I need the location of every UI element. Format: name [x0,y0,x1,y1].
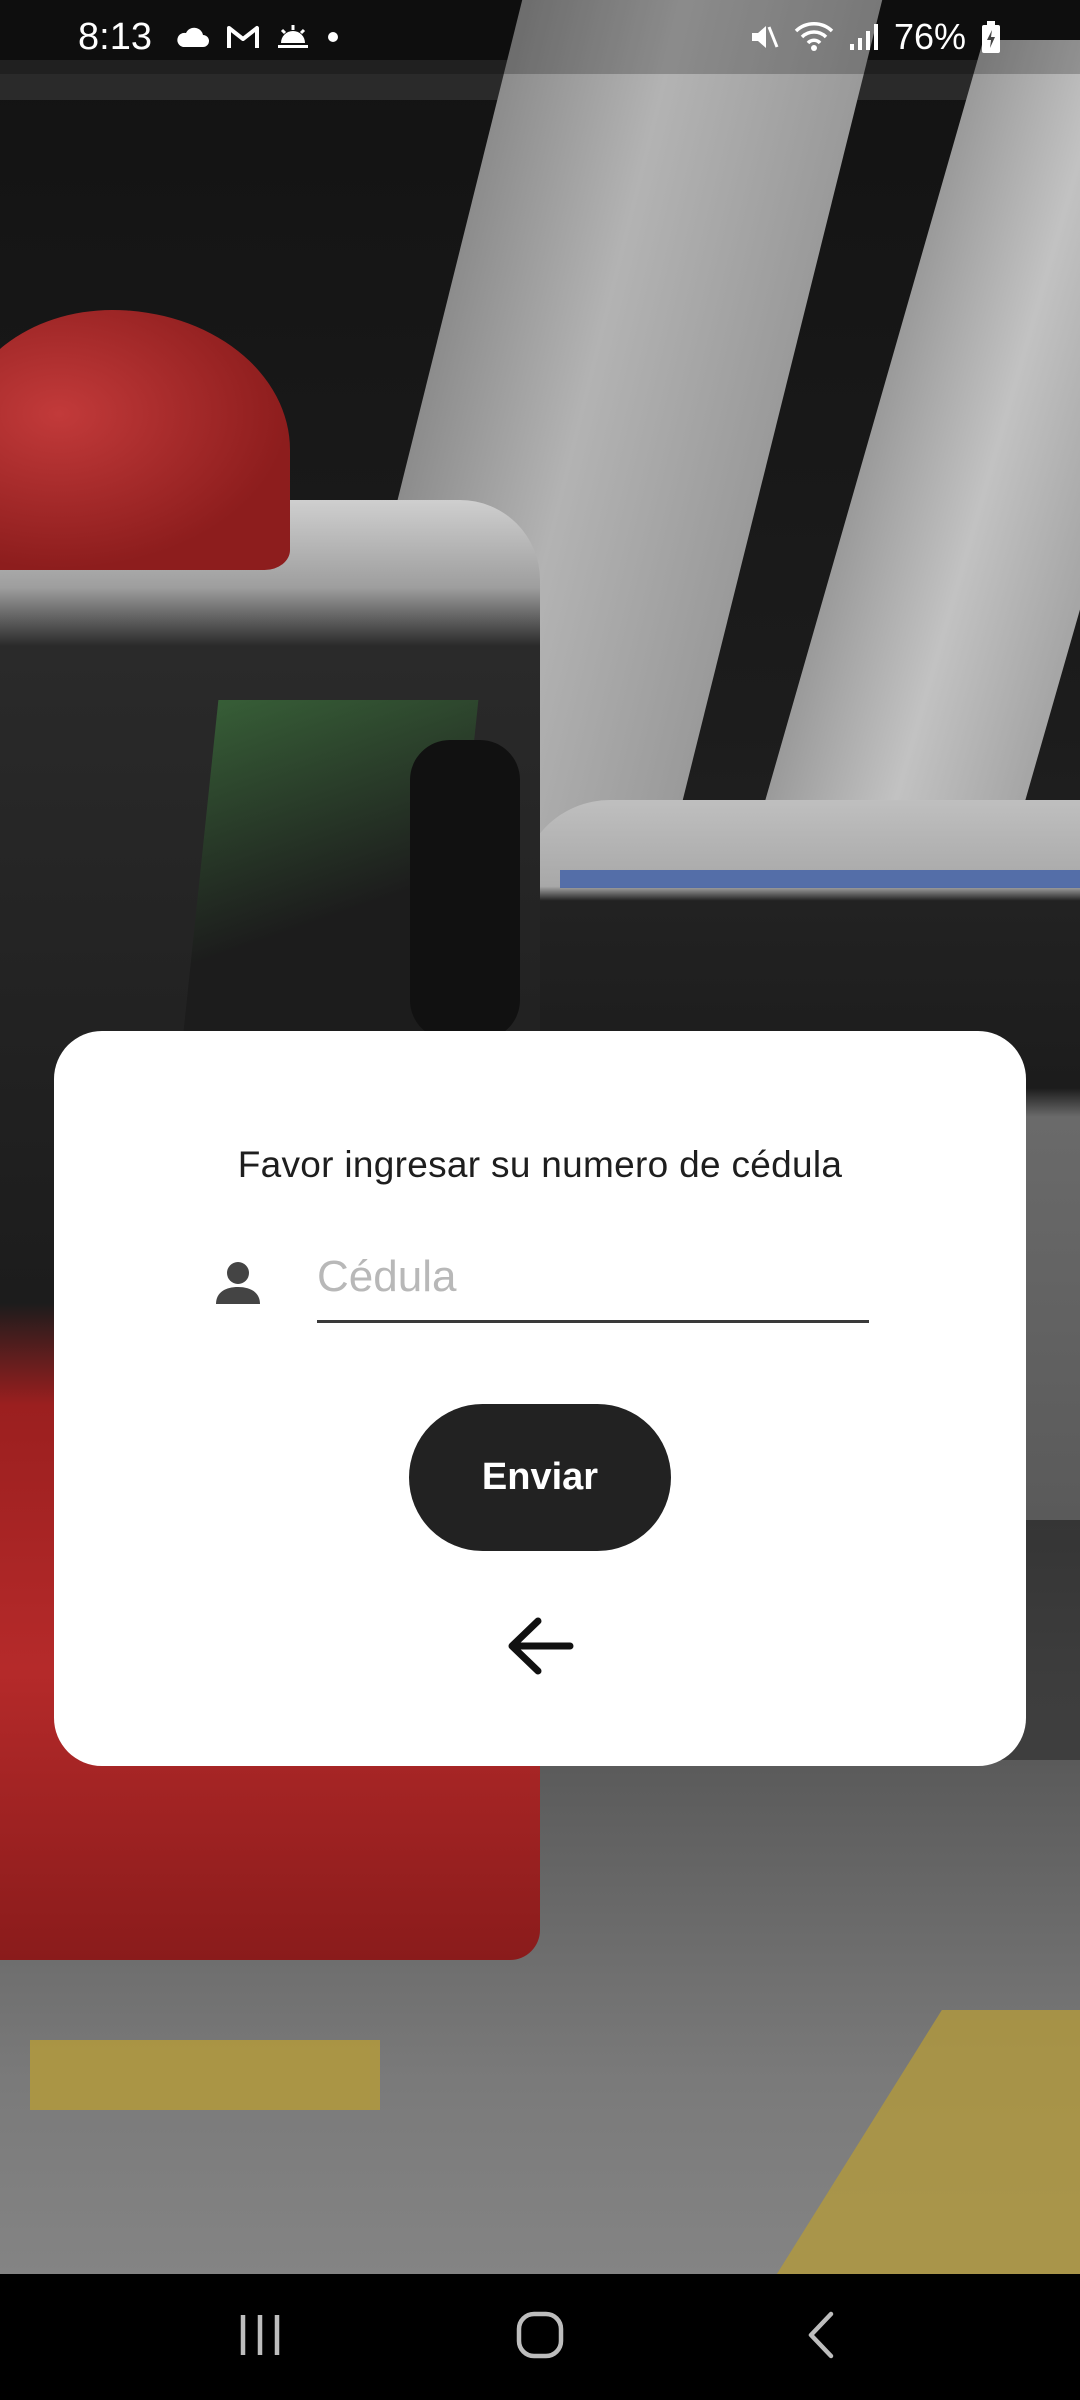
arrow-left-icon [504,1613,576,1682]
recents-icon [235,2312,285,2363]
back-icon [803,2310,837,2365]
send-button[interactable]: Enviar [409,1404,671,1551]
cedula-input[interactable] [317,1241,869,1323]
weather-icon [276,23,310,51]
gmail-icon [226,24,260,50]
battery-icon [980,20,1002,54]
recents-button[interactable] [215,2292,305,2382]
system-back-button[interactable] [775,2292,865,2382]
back-arrow-button[interactable] [504,1611,576,1683]
signal-icon [848,22,880,52]
home-button[interactable] [495,2292,585,2382]
screen: 8:13 76% Favor ingresar su numero de céd… [0,0,1080,2400]
dot-icon [326,30,340,44]
home-icon [515,2310,565,2365]
status-bar: 8:13 76% [0,0,1080,74]
cloud-icon [174,25,210,49]
battery-level: 76% [893,16,966,57]
mute-icon [748,21,780,53]
cedula-dialog: Favor ingresar su numero de cédula Envia… [54,1031,1026,1766]
status-time: 8:13 [78,15,152,58]
person-icon [215,1260,261,1306]
dialog-title: Favor ingresar su numero de cédula [237,1144,843,1185]
wifi-icon [794,21,834,53]
navigation-bar [0,2274,1080,2400]
